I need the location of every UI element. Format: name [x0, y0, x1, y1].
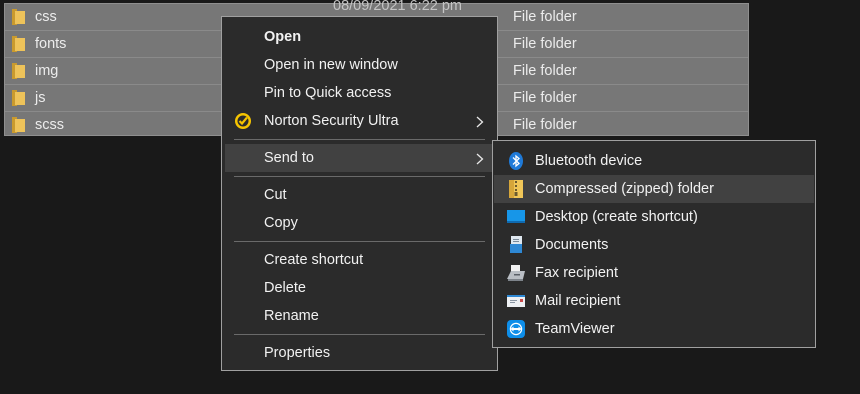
menu-item-label: Norton Security Ultra	[264, 113, 399, 129]
menu-item-label: Copy	[264, 215, 298, 231]
menu-item-create-shortcut[interactable]: Create shortcut	[225, 246, 494, 274]
menu-item-copy[interactable]: Copy	[225, 209, 494, 237]
send-to-documents[interactable]: Documents	[494, 231, 814, 259]
file-type: File folder	[513, 117, 577, 133]
file-type: File folder	[513, 36, 577, 52]
zip-folder-icon	[509, 180, 523, 198]
menu-item-cut[interactable]: Cut	[225, 181, 494, 209]
menu-item-norton[interactable]: Norton Security Ultra	[225, 107, 494, 135]
fax-icon	[507, 265, 525, 281]
folder-icon	[12, 63, 25, 79]
menu-item-label: Delete	[264, 280, 306, 296]
file-name: scss	[35, 117, 64, 133]
folder-icon	[12, 117, 25, 133]
context-menu: Open Open in new window Pin to Quick acc…	[221, 16, 498, 371]
file-type: File folder	[513, 9, 577, 25]
explorer-view: css 08/09/2021 6:22 pm File folder fonts…	[0, 0, 860, 394]
menu-item-pin-quick-access[interactable]: Pin to Quick access	[225, 79, 494, 107]
file-name: js	[35, 90, 46, 106]
send-to-submenu: Bluetooth device Compressed (zipped) fol…	[492, 140, 816, 348]
send-to-label: Compressed (zipped) folder	[535, 181, 714, 197]
menu-item-rename[interactable]: Rename	[225, 302, 494, 330]
menu-item-label: Open in new window	[264, 57, 398, 73]
documents-icon	[510, 236, 522, 253]
send-to-label: Fax recipient	[535, 265, 619, 281]
file-date: 08/09/2021 6:22 pm	[333, 0, 462, 14]
teamviewer-icon	[507, 320, 525, 338]
send-to-teamviewer[interactable]: TeamViewer	[494, 315, 814, 343]
chevron-right-icon	[476, 153, 484, 165]
menu-divider	[234, 241, 485, 242]
mail-icon	[507, 295, 525, 307]
send-to-label: TeamViewer	[535, 321, 615, 337]
file-name: img	[35, 63, 59, 79]
menu-item-label: Send to	[264, 150, 314, 166]
menu-item-open[interactable]: Open	[225, 23, 494, 51]
send-to-label: Bluetooth device	[535, 153, 643, 169]
send-to-compressed-folder[interactable]: Compressed (zipped) folder	[494, 175, 814, 203]
file-name: fonts	[35, 36, 67, 52]
menu-item-label: Open	[264, 29, 302, 45]
send-to-fax[interactable]: Fax recipient	[494, 259, 814, 287]
folder-icon	[12, 90, 25, 106]
menu-item-label: Rename	[264, 308, 319, 324]
menu-item-label: Pin to Quick access	[264, 85, 392, 101]
menu-item-label: Properties	[264, 345, 331, 361]
send-to-mail[interactable]: Mail recipient	[494, 287, 814, 315]
file-type: File folder	[513, 63, 577, 79]
folder-icon	[12, 9, 25, 25]
folder-icon	[12, 36, 25, 52]
bluetooth-icon	[509, 152, 523, 170]
file-name: css	[35, 9, 57, 25]
send-to-label: Mail recipient	[535, 293, 621, 309]
send-to-desktop[interactable]: Desktop (create shortcut)	[494, 203, 814, 231]
file-type: File folder	[513, 90, 577, 106]
menu-divider	[234, 139, 485, 140]
menu-item-label: Cut	[264, 187, 287, 203]
menu-item-properties[interactable]: Properties	[225, 339, 494, 367]
menu-divider	[234, 176, 485, 177]
send-to-bluetooth[interactable]: Bluetooth device	[494, 147, 814, 175]
chevron-right-icon	[476, 116, 484, 128]
send-to-label: Documents	[535, 237, 609, 253]
menu-item-label: Create shortcut	[264, 252, 364, 268]
menu-item-send-to[interactable]: Send to	[225, 144, 494, 172]
desktop-icon	[507, 210, 525, 223]
send-to-label: Desktop (create shortcut)	[535, 209, 698, 225]
menu-divider	[234, 334, 485, 335]
norton-icon	[235, 113, 251, 129]
menu-item-delete[interactable]: Delete	[225, 274, 494, 302]
menu-item-open-new-window[interactable]: Open in new window	[225, 51, 494, 79]
